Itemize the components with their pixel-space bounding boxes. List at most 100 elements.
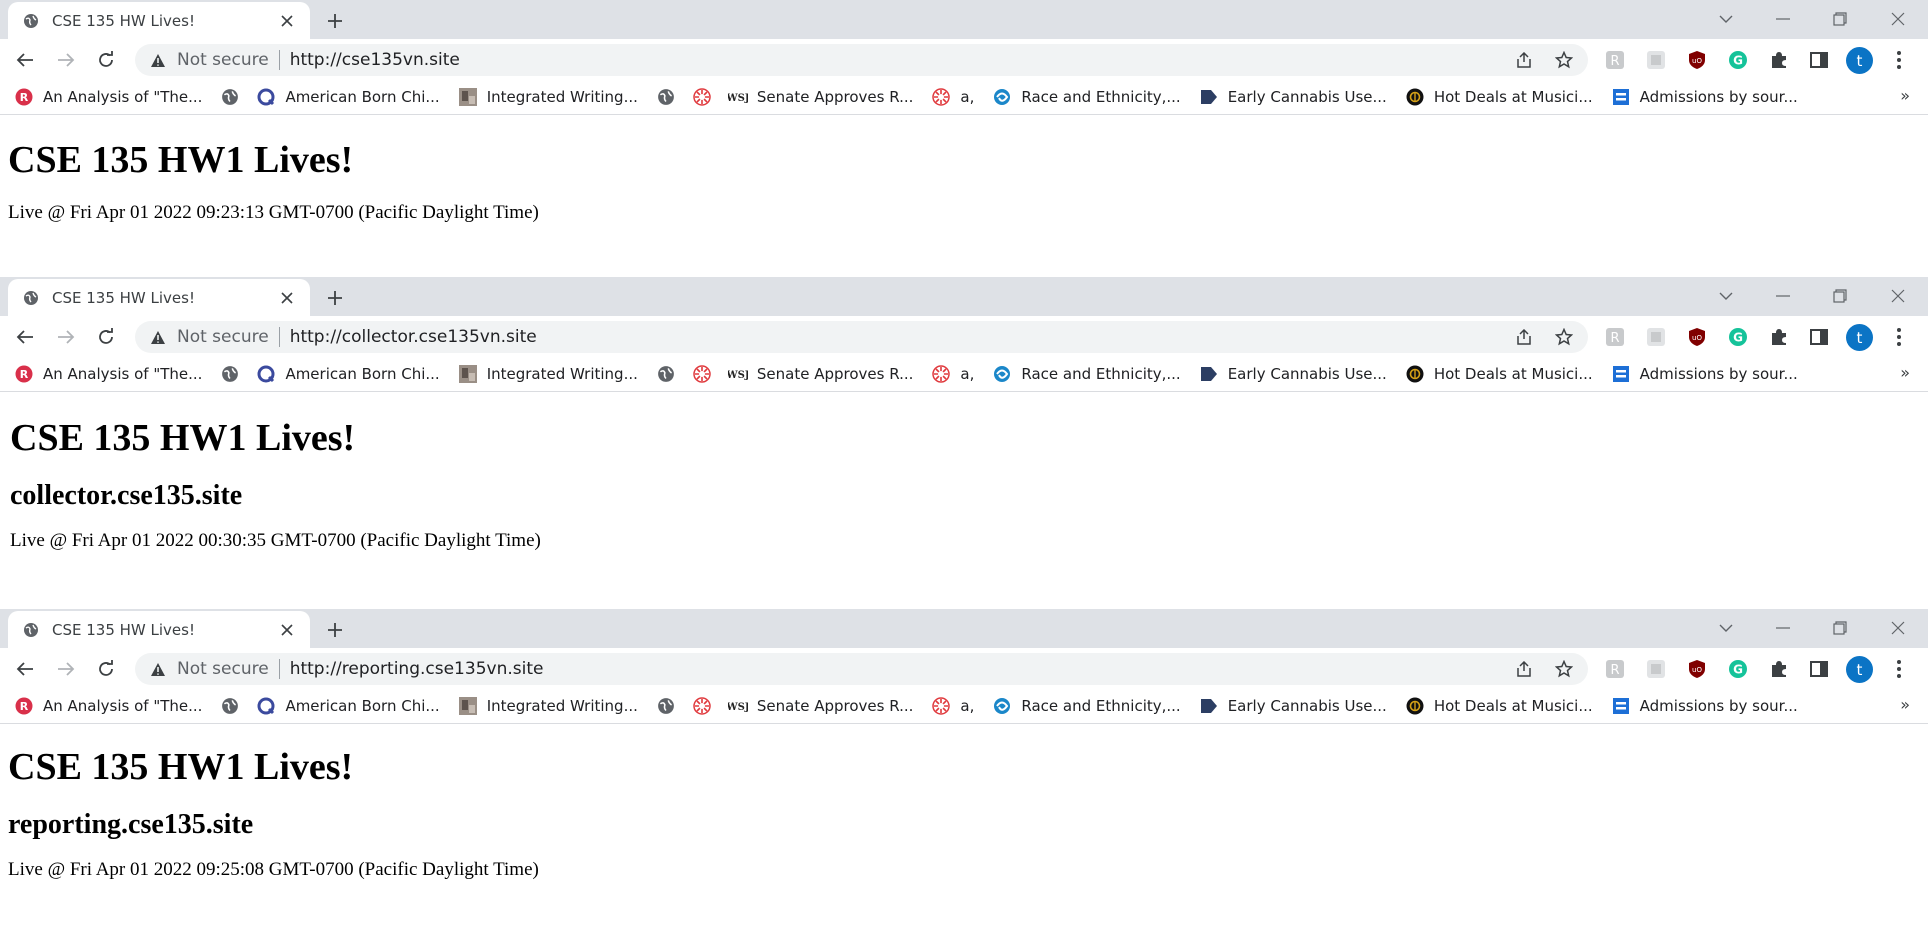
bookmark-item[interactable]: a, xyxy=(931,694,974,718)
more-bookmarks-chevron[interactable]: » xyxy=(1900,363,1910,382)
new-tab-button[interactable] xyxy=(322,285,348,311)
bookmark-item[interactable]: Early Cannabis Use... xyxy=(1199,694,1387,718)
url-text[interactable]: http://reporting.cse135vn.site xyxy=(290,659,544,679)
minimize-button[interactable] xyxy=(1770,617,1796,639)
bookmark-item[interactable]: WSJ Senate Approves R... xyxy=(728,362,914,386)
bookmark-item[interactable]: Integrated Writing... xyxy=(458,694,638,718)
tab-search-chevron-icon[interactable] xyxy=(1713,285,1739,307)
close-tab-icon[interactable] xyxy=(278,621,296,639)
bookmark-item[interactable]: Integrated Writing... xyxy=(458,362,638,386)
tab-search-chevron-icon[interactable] xyxy=(1713,8,1739,30)
bookmark-item[interactable]: Race and Ethnicity,... xyxy=(992,362,1181,386)
url-text[interactable]: http://cse135vn.site xyxy=(290,50,460,70)
bookmark-item[interactable]: R An Analysis of "The... xyxy=(14,85,202,109)
close-window-button[interactable] xyxy=(1885,617,1911,639)
warning-triangle-icon[interactable] xyxy=(149,328,167,346)
ublock-shield-icon[interactable]: uO xyxy=(1686,49,1708,71)
back-arrow-icon[interactable] xyxy=(13,48,37,72)
address-bar[interactable]: Not secure http://collector.cse135vn.sit… xyxy=(135,321,1588,353)
profile-avatar[interactable]: t xyxy=(1846,324,1873,351)
grammarly-icon[interactable]: G xyxy=(1727,658,1749,680)
ublock-shield-icon[interactable]: uO xyxy=(1686,326,1708,348)
warning-triangle-icon[interactable] xyxy=(149,51,167,69)
bookmark-item[interactable]: American Born Chi... xyxy=(256,85,440,109)
bookmark-item[interactable]: Hot Deals at Musici... xyxy=(1405,85,1593,109)
bookmark-item[interactable]: Admissions by sour... xyxy=(1611,362,1798,386)
bookmark-item[interactable] xyxy=(656,694,676,718)
extensions-puzzle-icon[interactable] xyxy=(1768,658,1790,680)
bookmark-item[interactable]: WSJ Senate Approves R... xyxy=(728,694,914,718)
grammarly-icon[interactable]: G xyxy=(1727,49,1749,71)
minimize-button[interactable] xyxy=(1770,285,1796,307)
browser-tab[interactable]: CSE 135 HW Lives! xyxy=(8,2,310,39)
new-tab-button[interactable] xyxy=(322,8,348,34)
extensions-puzzle-icon[interactable] xyxy=(1768,49,1790,71)
warning-triangle-icon[interactable] xyxy=(149,660,167,678)
side-panel-icon[interactable] xyxy=(1808,49,1830,71)
close-window-button[interactable] xyxy=(1885,285,1911,307)
kebab-menu-icon[interactable] xyxy=(1888,326,1910,348)
restore-button[interactable] xyxy=(1827,285,1853,307)
forward-arrow-icon[interactable] xyxy=(54,657,78,681)
bookmark-item[interactable] xyxy=(692,85,712,109)
profile-avatar[interactable]: t xyxy=(1846,47,1873,74)
more-bookmarks-chevron[interactable]: » xyxy=(1900,695,1910,714)
url-text[interactable]: http://collector.cse135vn.site xyxy=(290,327,537,347)
address-bar[interactable]: Not secure http://reporting.cse135vn.sit… xyxy=(135,653,1588,685)
forward-arrow-icon[interactable] xyxy=(54,325,78,349)
bookmark-star-icon[interactable] xyxy=(1554,659,1574,679)
bookmark-item[interactable] xyxy=(220,362,240,386)
extension-r-icon[interactable]: R xyxy=(1604,49,1626,71)
side-panel-icon[interactable] xyxy=(1808,326,1830,348)
bookmark-item[interactable]: Integrated Writing... xyxy=(458,85,638,109)
back-arrow-icon[interactable] xyxy=(13,325,37,349)
restore-button[interactable] xyxy=(1827,617,1853,639)
bookmark-item[interactable]: American Born Chi... xyxy=(256,694,440,718)
bookmark-star-icon[interactable] xyxy=(1554,50,1574,70)
bookmark-item[interactable] xyxy=(656,85,676,109)
close-tab-icon[interactable] xyxy=(278,12,296,30)
bookmark-item[interactable]: a, xyxy=(931,362,974,386)
bookmark-item[interactable]: a, xyxy=(931,85,974,109)
bookmark-item[interactable] xyxy=(692,694,712,718)
bookmark-item[interactable]: American Born Chi... xyxy=(256,362,440,386)
browser-tab[interactable]: CSE 135 HW Lives! xyxy=(8,279,310,316)
share-icon[interactable] xyxy=(1514,327,1534,347)
extension-r-icon[interactable]: R xyxy=(1604,326,1626,348)
bookmark-item[interactable] xyxy=(692,362,712,386)
bookmark-item[interactable]: R An Analysis of "The... xyxy=(14,694,202,718)
tab-search-chevron-icon[interactable] xyxy=(1713,617,1739,639)
kebab-menu-icon[interactable] xyxy=(1888,49,1910,71)
ublock-shield-icon[interactable]: uO xyxy=(1686,658,1708,680)
reload-icon[interactable] xyxy=(94,48,118,72)
bookmark-item[interactable]: Early Cannabis Use... xyxy=(1199,85,1387,109)
minimize-button[interactable] xyxy=(1770,8,1796,30)
not-secure-label[interactable]: Not secure xyxy=(177,327,269,347)
share-icon[interactable] xyxy=(1514,659,1534,679)
address-bar[interactable]: Not secure http://cse135vn.site xyxy=(135,44,1588,76)
restore-button[interactable] xyxy=(1827,8,1853,30)
not-secure-label[interactable]: Not secure xyxy=(177,659,269,679)
close-window-button[interactable] xyxy=(1885,8,1911,30)
profile-avatar[interactable]: t xyxy=(1846,656,1873,683)
bookmark-item[interactable]: Admissions by sour... xyxy=(1611,85,1798,109)
new-tab-button[interactable] xyxy=(322,617,348,643)
kebab-menu-icon[interactable] xyxy=(1888,658,1910,680)
bookmark-item[interactable]: Hot Deals at Musici... xyxy=(1405,694,1593,718)
bookmark-item[interactable] xyxy=(220,694,240,718)
bookmark-item[interactable] xyxy=(656,362,676,386)
bookmark-item[interactable]: Race and Ethnicity,... xyxy=(992,85,1181,109)
bookmark-item[interactable]: R An Analysis of "The... xyxy=(14,362,202,386)
bookmark-item[interactable] xyxy=(220,85,240,109)
bookmark-item[interactable]: Admissions by sour... xyxy=(1611,694,1798,718)
browser-tab[interactable]: CSE 135 HW Lives! xyxy=(8,611,310,648)
not-secure-label[interactable]: Not secure xyxy=(177,50,269,70)
extension-r-icon[interactable]: R xyxy=(1604,658,1626,680)
more-bookmarks-chevron[interactable]: » xyxy=(1900,86,1910,105)
back-arrow-icon[interactable] xyxy=(13,657,37,681)
bookmark-star-icon[interactable] xyxy=(1554,327,1574,347)
extension-grey-icon[interactable] xyxy=(1645,326,1667,348)
extension-grey-icon[interactable] xyxy=(1645,49,1667,71)
grammarly-icon[interactable]: G xyxy=(1727,326,1749,348)
reload-icon[interactable] xyxy=(94,325,118,349)
